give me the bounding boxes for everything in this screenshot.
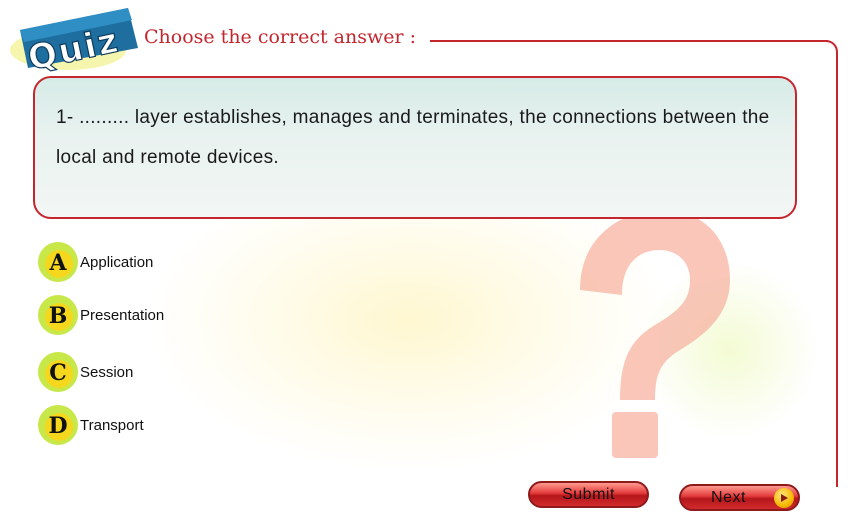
question-box: 1- ......... layer establishes, manages … <box>33 76 797 219</box>
option-d-label: Transport <box>80 416 144 434</box>
next-button[interactable]: Next <box>679 484 800 511</box>
page-title: Choose the correct answer : <box>144 26 416 48</box>
question-mark-decoration <box>580 210 730 458</box>
option-c-letter: C <box>49 360 67 386</box>
option-d-badge: D <box>36 403 80 447</box>
submit-button-label: Submit <box>562 485 615 503</box>
option-a-label: Application <box>80 253 154 271</box>
option-c-badge: C <box>36 350 80 394</box>
frame-right-line <box>826 40 838 487</box>
next-button-label: Next <box>711 488 746 506</box>
quiz-logo: Quiz <box>10 8 138 74</box>
option-a-badge: A <box>36 240 80 284</box>
option-c[interactable]: C Session <box>36 350 206 394</box>
option-d[interactable]: D Transport <box>36 403 206 447</box>
submit-button[interactable]: Submit <box>528 481 649 508</box>
option-c-label: Session <box>80 363 134 381</box>
option-a[interactable]: A Application <box>36 240 206 284</box>
play-arrow-icon <box>774 488 794 508</box>
option-a-letter: A <box>49 250 67 276</box>
option-d-letter: D <box>48 413 68 439</box>
question-text: 1- ......... layer establishes, manages … <box>56 107 770 168</box>
option-b[interactable]: B Presentation <box>36 293 206 337</box>
frame-top-line <box>430 40 828 42</box>
option-b-badge: B <box>36 293 80 337</box>
option-b-label: Presentation <box>80 306 165 324</box>
option-b-letter: B <box>48 303 68 329</box>
